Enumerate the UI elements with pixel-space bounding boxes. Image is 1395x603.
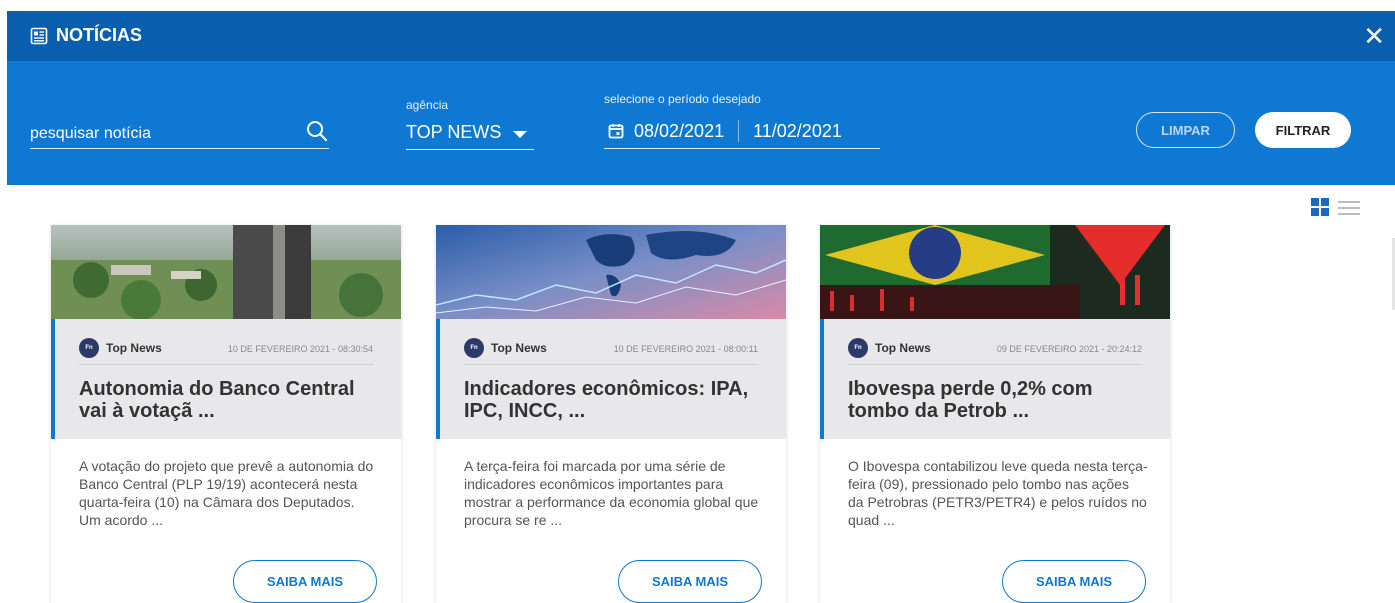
card-header: Fn Top News 09 DE FEVEREIRO 2021 - 20:24… xyxy=(820,319,1170,439)
agency-logo-icon: Fn xyxy=(79,338,99,358)
card-image-aerial-city xyxy=(51,225,401,319)
agency-name: Top News xyxy=(875,341,931,355)
search-icon[interactable] xyxy=(305,119,329,143)
card-date: 10 DE FEVEREIRO 2021 - 08:30:54 xyxy=(227,344,373,354)
header-bar: NOTÍCIAS ✕ xyxy=(7,11,1395,61)
card-header: Fn Top News 10 DE FEVEREIRO 2021 - 08:00… xyxy=(436,319,786,439)
card-image-brazil-flag-down-arrow xyxy=(820,225,1170,319)
agency-label: agência xyxy=(406,98,449,112)
period-picker[interactable]: 08/02/2021 11/02/2021 xyxy=(604,114,880,149)
news-card: Fn Top News 09 DE FEVEREIRO 2021 - 20:24… xyxy=(820,225,1170,603)
card-title[interactable]: Indicadores econômicos: IPA, IPC, INCC, … xyxy=(464,378,764,422)
news-card: Fn Top News 10 DE FEVEREIRO 2021 - 08:00… xyxy=(436,225,786,603)
agency-logo-icon: Fn xyxy=(464,338,484,358)
agency-logo-icon: Fn xyxy=(848,338,868,358)
date-separator xyxy=(738,120,740,142)
card-summary: O Ibovespa contabilizou leve queda nesta… xyxy=(848,458,1148,528)
period-label: selecione o período desejado xyxy=(604,92,761,106)
card-title[interactable]: Ibovespa perde 0,2% com tombo da Petrob … xyxy=(848,378,1148,422)
filter-button[interactable]: FILTRAR xyxy=(1255,112,1351,148)
card-summary: A terça-feira foi marcada por uma série … xyxy=(464,458,759,528)
close-icon[interactable]: ✕ xyxy=(1363,23,1385,49)
agency-select-value: TOP NEWS xyxy=(406,122,502,142)
card-summary: A votação do projeto que prevê a autonom… xyxy=(79,458,374,528)
card-header: Fn Top News 10 DE FEVEREIRO 2021 - 08:30… xyxy=(51,319,401,439)
card-title[interactable]: Autonomia do Banco Central vai à votaçã … xyxy=(79,378,379,422)
date-from[interactable]: 08/02/2021 xyxy=(634,121,724,142)
card-date: 10 DE FEVEREIRO 2021 - 08:00:11 xyxy=(613,344,758,354)
card-meta: Fn Top News 10 DE FEVEREIRO 2021 - 08:30… xyxy=(79,332,373,365)
read-more-button[interactable]: SAIBA MAIS xyxy=(1002,560,1146,603)
agency-select[interactable]: TOP NEWS xyxy=(406,116,534,150)
page-title-text: NOTÍCIAS xyxy=(56,25,143,45)
news-card: Fn Top News 10 DE FEVEREIRO 2021 - 08:30… xyxy=(51,225,401,603)
card-meta: Fn Top News 09 DE FEVEREIRO 2021 - 20:24… xyxy=(848,332,1142,365)
caret-down-icon xyxy=(513,131,528,138)
clear-button[interactable]: LIMPAR xyxy=(1136,112,1235,148)
page-title: NOTÍCIAS xyxy=(30,25,142,46)
date-to[interactable]: 11/02/2021 xyxy=(753,121,842,142)
search-field xyxy=(30,119,329,149)
card-image-world-map xyxy=(436,225,786,319)
read-more-button[interactable]: SAIBA MAIS xyxy=(618,560,762,603)
card-date: 09 DE FEVEREIRO 2021 - 20:24:12 xyxy=(996,344,1142,354)
agency-name: Top News xyxy=(491,341,547,355)
read-more-button[interactable]: SAIBA MAIS xyxy=(233,560,377,603)
card-meta: Fn Top News 10 DE FEVEREIRO 2021 - 08:00… xyxy=(464,332,758,365)
filter-bar: agência TOP NEWS selecione o período des… xyxy=(7,61,1395,185)
list-view-icon[interactable] xyxy=(1338,200,1360,216)
calendar-icon xyxy=(608,124,624,139)
search-input[interactable] xyxy=(30,119,290,143)
newspaper-icon xyxy=(30,27,48,44)
grid-view-icon[interactable] xyxy=(1311,198,1329,216)
agency-name: Top News xyxy=(106,341,162,355)
